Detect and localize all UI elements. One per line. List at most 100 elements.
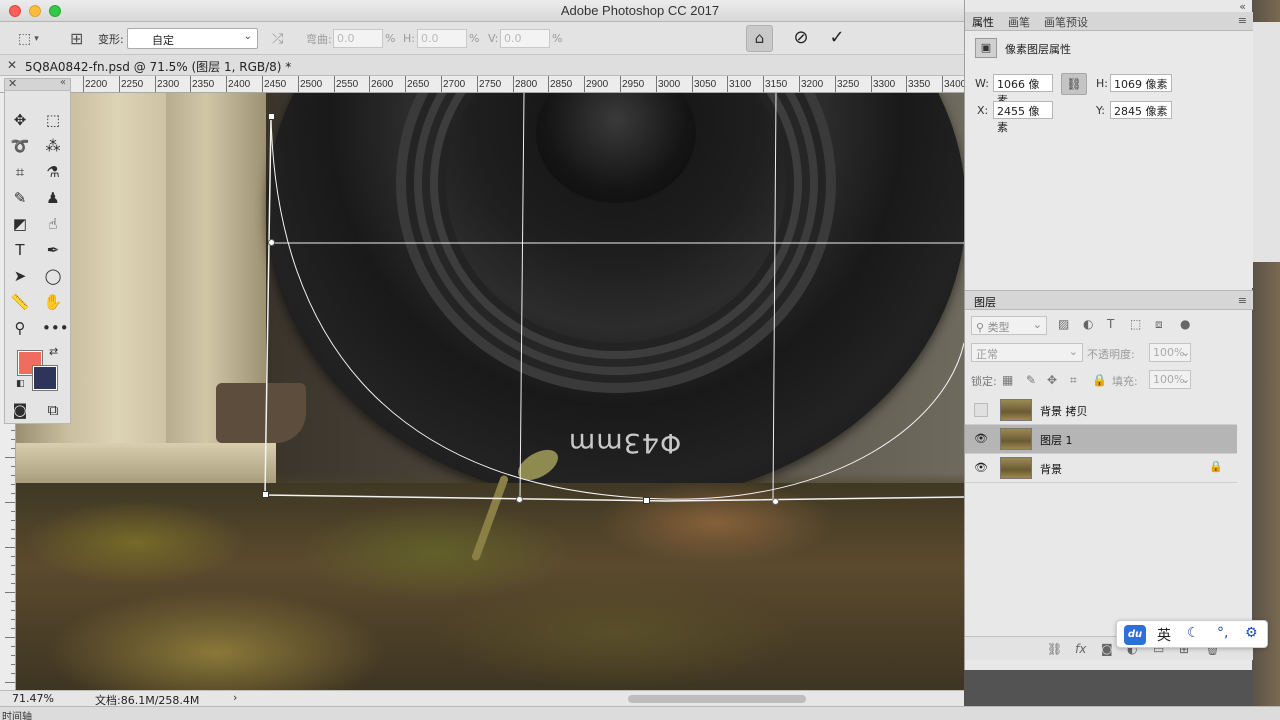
smudge-tool-icon[interactable]: ☝: [42, 213, 64, 235]
link-dimensions-button[interactable]: ⛓: [1061, 73, 1087, 95]
lock-transparent-icon[interactable]: ▦: [1002, 373, 1013, 387]
toggle-warp-button[interactable]: ⌂: [746, 25, 773, 52]
tab-brush[interactable]: 画笔: [1008, 14, 1030, 30]
lock-position-icon[interactable]: ✥: [1047, 373, 1057, 387]
screen-mode-icon[interactable]: ⧉: [42, 399, 64, 421]
tab-brush-presets[interactable]: 画笔预设: [1044, 14, 1088, 30]
filter-smart-object-icon[interactable]: ⧈: [1155, 317, 1163, 332]
y-field[interactable]: 2845 像素: [1110, 101, 1172, 119]
close-icon[interactable]: ✕: [7, 58, 17, 72]
horizontal-scrollbar[interactable]: [628, 695, 806, 703]
filter-toggle-icon[interactable]: ●: [1180, 317, 1190, 331]
panel-menu-icon[interactable]: ≡: [1238, 294, 1247, 307]
document-tab[interactable]: ✕ 5Q8A0842-fn.psd @ 71.5% (图层 1, RGB/8) …: [0, 55, 964, 76]
chevron-down-icon[interactable]: ⌄: [1181, 373, 1190, 386]
filter-pixel-icon[interactable]: ▨: [1058, 317, 1069, 331]
zoom-level[interactable]: 71.47%: [12, 692, 54, 705]
stamp-tool-icon[interactable]: ♟: [42, 187, 64, 209]
commit-transform-button[interactable]: ✓: [826, 27, 848, 49]
lock-all-icon[interactable]: 🔒: [1092, 373, 1107, 387]
ruler-tick: [11, 574, 15, 575]
add-mask-icon[interactable]: ◙: [1101, 642, 1113, 656]
more-tools-icon[interactable]: •••: [42, 317, 69, 339]
visibility-toggle[interactable]: [974, 403, 988, 417]
ruler-tick: [11, 673, 15, 674]
marquee-tool-icon[interactable]: ⬚: [42, 109, 64, 131]
layer-row[interactable]: 背景 拷贝: [965, 396, 1237, 425]
eye-icon[interactable]: 👁: [974, 432, 988, 446]
chevron-down-icon[interactable]: ⌄: [1181, 346, 1190, 359]
filter-shape-icon[interactable]: ⬚: [1130, 317, 1141, 331]
default-colors-icon[interactable]: ◧: [16, 379, 25, 389]
layer-kind-filter[interactable]: ⚲ 类型 ⌄: [971, 316, 1047, 335]
quick-mask-icon[interactable]: ◙: [9, 399, 31, 421]
ruler-tick: [5, 457, 15, 458]
camera-base: [16, 443, 276, 483]
ruler-tick: [11, 529, 15, 530]
zoom-tool-icon[interactable]: ⚲: [9, 317, 31, 339]
ime-language-toggle[interactable]: 英: [1157, 625, 1171, 645]
path-selection-tool-icon[interactable]: ➤: [9, 265, 31, 287]
x-field[interactable]: 2455 像素: [993, 101, 1053, 134]
fill-label: 填充:: [1112, 375, 1138, 388]
timeline-panel-bar[interactable]: 时间轴: [0, 706, 1280, 720]
blend-mode-select[interactable]: 正常 ⌄: [971, 343, 1083, 362]
tab-properties[interactable]: 属性: [972, 14, 994, 30]
ruler-label: 3200: [801, 79, 824, 90]
tab-layers[interactable]: 图层: [974, 294, 996, 310]
properties-title: 像素图层属性: [1005, 43, 1071, 56]
punctuation-icon[interactable]: °,: [1217, 625, 1228, 641]
ruler-tick: [871, 76, 872, 92]
ruler-label: 2750: [479, 79, 502, 90]
layer-row[interactable]: 👁 背景 🔒: [965, 454, 1237, 483]
layer-thumbnail: [1000, 399, 1032, 421]
lasso-tool-icon[interactable]: ➰: [9, 135, 31, 157]
height-field[interactable]: 1069 像素: [1110, 74, 1172, 92]
warp-orientation-button[interactable]: ⤮: [272, 22, 283, 55]
layer-row[interactable]: 👁 图层 1: [965, 425, 1237, 454]
tool-preset-picker[interactable]: ⬚ ▾: [18, 22, 39, 55]
horizontal-ruler[interactable]: 2200 2250 2300 2350 2400 2450 2500 2550 2600 2650…: [0, 76, 964, 93]
eyedropper-tool-icon[interactable]: ⚗: [42, 161, 64, 183]
ruler-label: 2850: [550, 79, 573, 90]
settings-icon[interactable]: ⚙: [1245, 625, 1258, 641]
ruler-tick: [11, 655, 15, 656]
width-field[interactable]: 1066 像素: [993, 74, 1053, 107]
eraser-tool-icon[interactable]: ◩: [9, 213, 31, 235]
ellipse-tool-icon[interactable]: ◯: [42, 265, 64, 287]
pen-tool-icon[interactable]: ✒: [42, 239, 64, 261]
ime-logo[interactable]: du: [1124, 625, 1146, 645]
layer-style-icon[interactable]: fx: [1075, 642, 1086, 656]
panel-menu-icon[interactable]: ≡: [1238, 14, 1247, 27]
quick-selection-tool-icon[interactable]: ⁂: [42, 135, 64, 157]
h-distortion-field[interactable]: 0.0: [417, 29, 467, 48]
document-canvas[interactable]: Φ43mm: [16, 93, 964, 690]
warp-style-select[interactable]: 自定 ⌄: [127, 28, 258, 49]
lock-pixels-icon[interactable]: ✎: [1026, 373, 1036, 387]
transform-tool-icon: ⬚: [18, 30, 32, 47]
moon-icon[interactable]: ☾: [1187, 625, 1200, 641]
reference-point-grid[interactable]: ⊞: [70, 22, 83, 55]
type-tool-icon[interactable]: T: [9, 239, 31, 261]
eye-icon[interactable]: 👁: [974, 461, 988, 475]
cancel-transform-button[interactable]: ⊘: [790, 27, 812, 49]
link-layers-icon[interactable]: ⛓: [1047, 642, 1062, 656]
brush-tool-icon[interactable]: ✎: [9, 187, 31, 209]
move-tool-icon[interactable]: ✥: [9, 109, 31, 131]
collapse-icon[interactable]: «: [60, 77, 66, 88]
close-icon[interactable]: ✕: [8, 77, 17, 90]
hand-tool-icon[interactable]: ✋: [42, 291, 64, 313]
status-menu-arrow[interactable]: ›: [233, 691, 237, 704]
collapsed-panel-strip[interactable]: [1252, 22, 1280, 262]
filter-adjustment-icon[interactable]: ◐: [1083, 317, 1093, 331]
swap-colors-icon[interactable]: ⇄: [49, 345, 58, 358]
ruler-tool-icon[interactable]: 📏: [9, 291, 31, 313]
v-distortion-field[interactable]: 0.0: [500, 29, 550, 48]
bend-field[interactable]: 0.0: [333, 29, 383, 48]
crop-tool-icon[interactable]: ⌗: [9, 161, 31, 183]
tools-panel-header[interactable]: ✕ «: [5, 77, 70, 91]
chevron-down-icon: ⌄: [1068, 345, 1078, 358]
filter-type-icon[interactable]: T: [1107, 317, 1114, 331]
background-color-swatch[interactable]: [32, 365, 58, 391]
lock-artboard-icon[interactable]: ⌗: [1070, 373, 1077, 388]
